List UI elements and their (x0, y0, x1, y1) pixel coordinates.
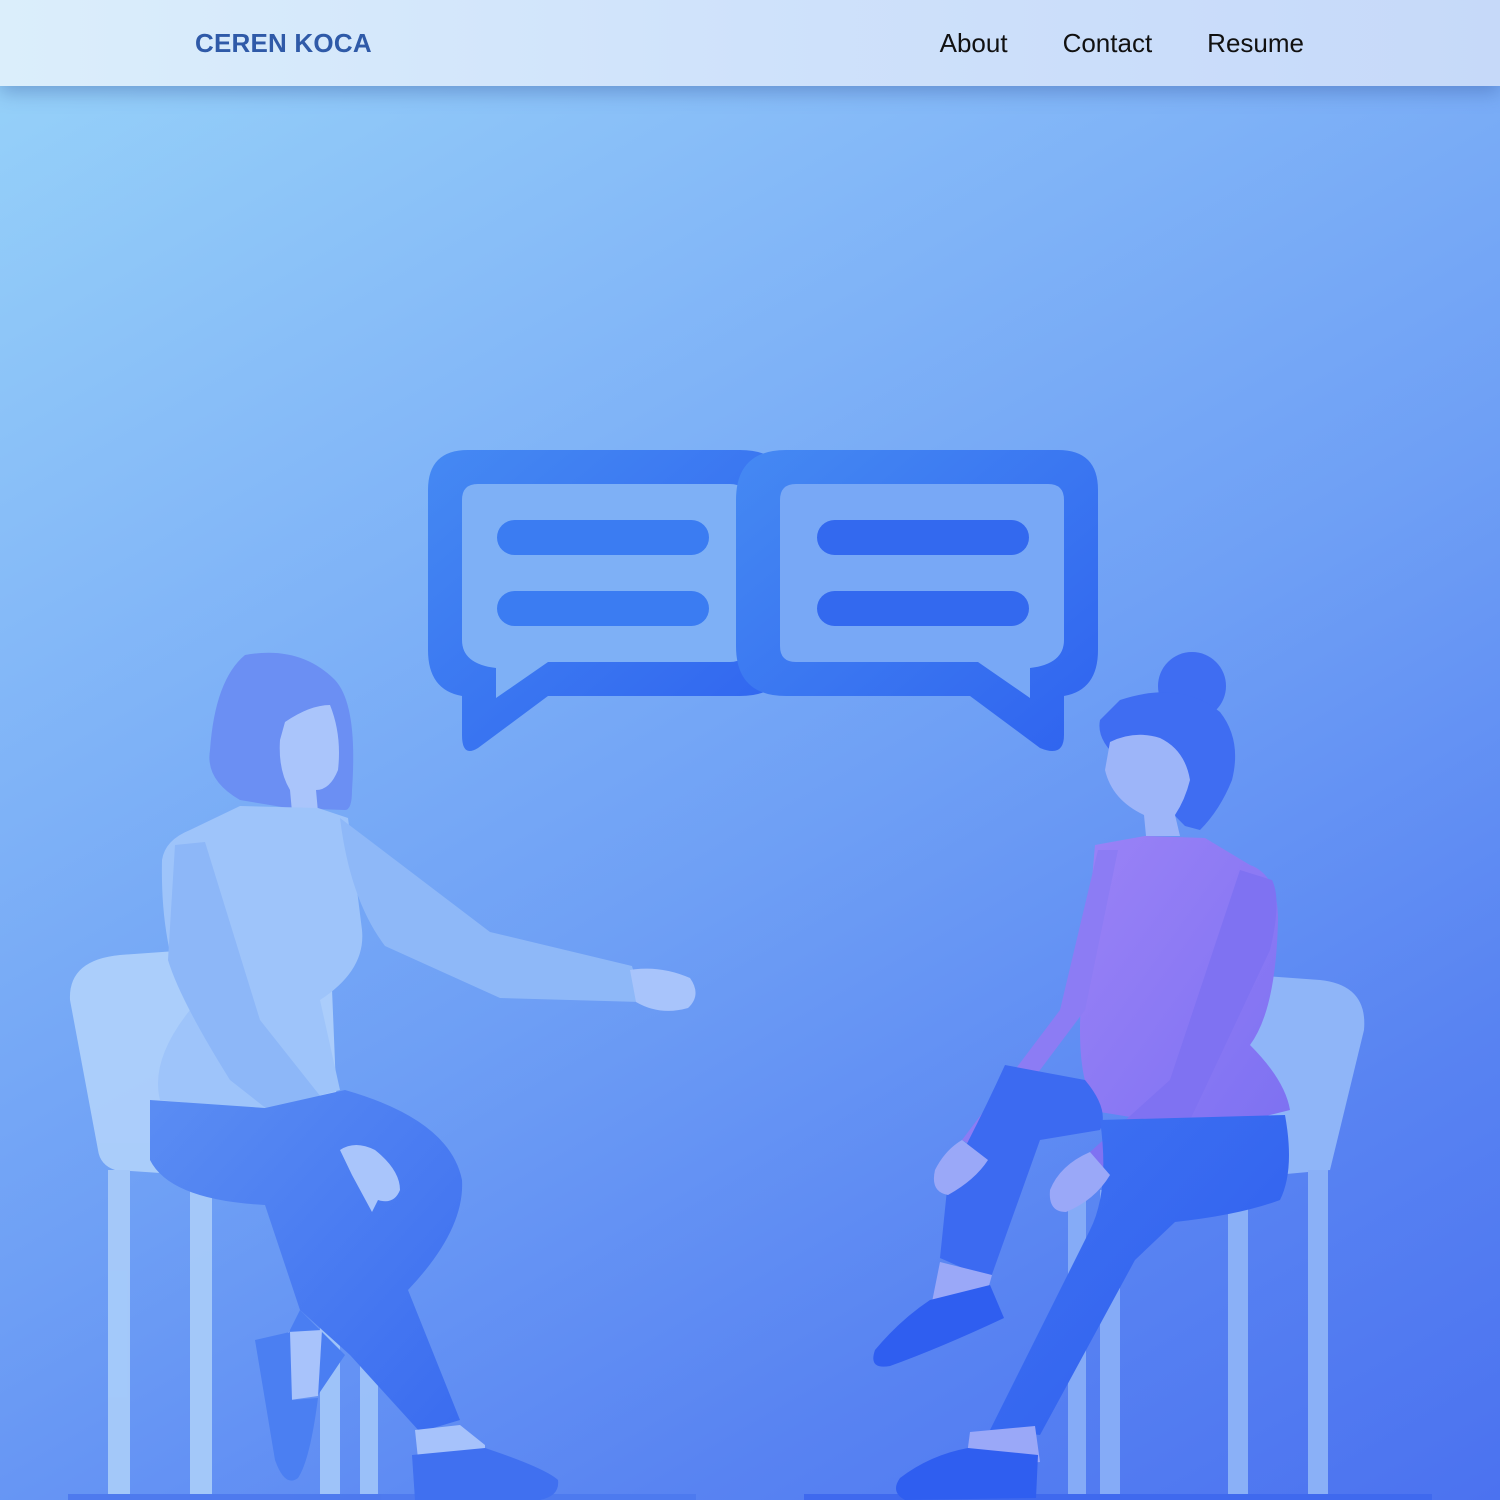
hero-illustration (68, 450, 1432, 1500)
top-navigation-bar: CEREN KOCA About Contact Resume (0, 0, 1500, 86)
nav-link-resume[interactable]: Resume (1207, 27, 1304, 59)
main-nav: About Contact Resume (940, 27, 1304, 59)
left-person (150, 652, 696, 1500)
speech-bubbles-icon (428, 450, 1098, 752)
brand-logo-link[interactable]: CEREN KOCA (195, 27, 372, 59)
nav-link-about[interactable]: About (940, 27, 1008, 59)
nav-link-contact[interactable]: Contact (1063, 27, 1153, 59)
